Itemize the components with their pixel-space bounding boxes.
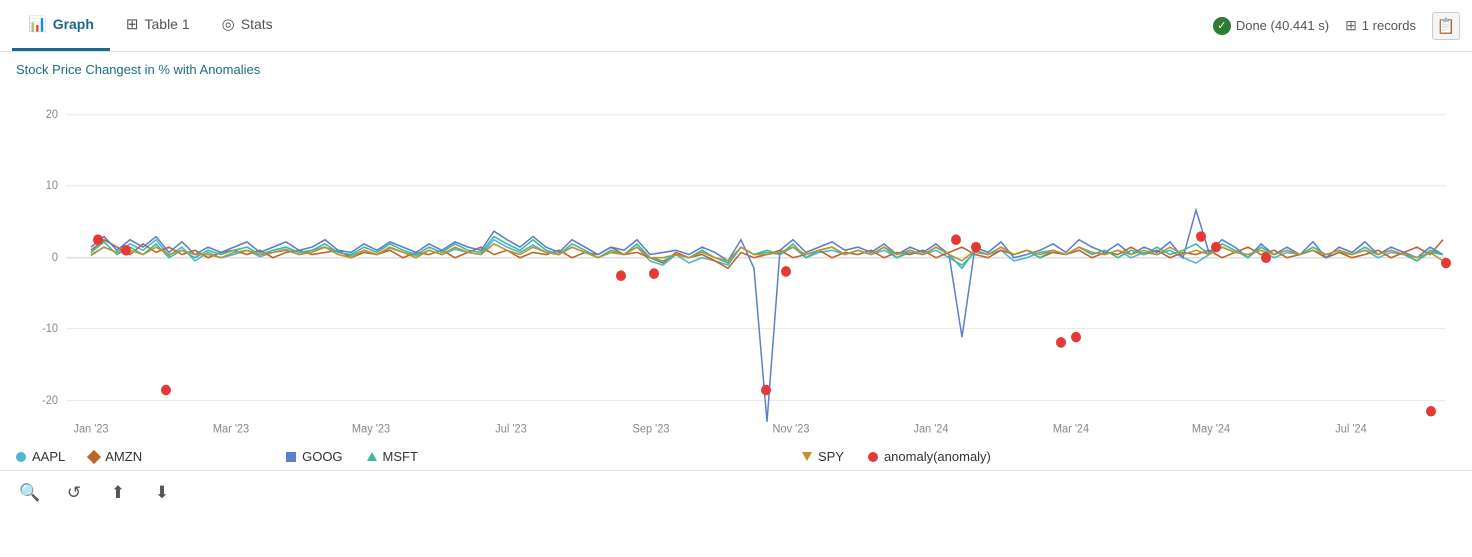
- svg-text:20: 20: [46, 109, 58, 121]
- anomaly-label: anomaly(anomaly): [884, 449, 991, 464]
- legend-area: AAPL AMZN GOOG MSFT SPY anomaly(anomaly): [0, 443, 1472, 470]
- goog-label: GOOG: [302, 449, 342, 464]
- svg-text:-10: -10: [42, 323, 58, 335]
- svg-text:Nov '23: Nov '23: [773, 423, 810, 435]
- legend-goog: GOOG: [286, 449, 342, 464]
- anomaly-dot: [868, 452, 878, 462]
- svg-text:Sep '23: Sep '23: [633, 423, 670, 435]
- svg-text:0: 0: [52, 252, 58, 264]
- stats-icon: ◎: [222, 15, 235, 33]
- amzn-dot: [87, 449, 101, 463]
- status-area: ✓ Done (40.441 s) ⊞ 1 records 📋: [1213, 12, 1460, 40]
- aapl-dot: [16, 452, 26, 462]
- legend-row-1: AAPL AMZN GOOG MSFT SPY anomaly(anomaly): [16, 449, 991, 464]
- chart-area: Stock Price Changest in % with Anomalies…: [0, 52, 1472, 443]
- tab-graph-label: Graph: [53, 16, 94, 32]
- done-label: Done (40.441 s): [1236, 18, 1329, 33]
- done-badge: ✓ Done (40.441 s): [1213, 17, 1329, 35]
- svg-text:Mar '23: Mar '23: [213, 423, 249, 435]
- download-icon: ⬇: [155, 483, 169, 503]
- tab-stats-label: Stats: [241, 16, 273, 32]
- table-icon: ⊞: [126, 15, 139, 33]
- spy-dot: [802, 452, 812, 461]
- graph-icon: 📊: [28, 15, 47, 33]
- legend-anomaly: anomaly(anomaly): [868, 449, 991, 464]
- toolbar: 🔍 ↺ ⬆ ⬇: [0, 470, 1472, 515]
- svg-text:Mar '24: Mar '24: [1053, 423, 1089, 435]
- copy-button[interactable]: 📋: [1432, 12, 1460, 40]
- svg-text:10: 10: [46, 180, 58, 192]
- records-icon: ⊞: [1345, 17, 1357, 34]
- msft-dot: [367, 452, 377, 461]
- upload-button[interactable]: ⬆: [104, 479, 132, 507]
- amzn-label: AMZN: [105, 449, 142, 464]
- download-button[interactable]: ⬇: [148, 479, 176, 507]
- legend-spy: SPY: [802, 449, 844, 464]
- svg-text:-20: -20: [42, 395, 58, 407]
- done-icon: ✓: [1213, 17, 1231, 35]
- spy-label: SPY: [818, 449, 844, 464]
- svg-text:Jul '23: Jul '23: [495, 423, 526, 435]
- tab-stats[interactable]: ◎ Stats: [206, 0, 289, 51]
- goog-dot: [286, 452, 296, 462]
- legend-aapl: AAPL: [16, 449, 65, 464]
- aapl-label: AAPL: [32, 449, 65, 464]
- svg-text:Jan '24: Jan '24: [913, 423, 948, 435]
- records-badge: ⊞ 1 records: [1345, 17, 1416, 34]
- svg-text:Jul '24: Jul '24: [1335, 423, 1366, 435]
- search-button[interactable]: 🔍: [16, 479, 44, 507]
- legend-msft: MSFT: [367, 449, 418, 464]
- chart-title: Stock Price Changest in % with Anomalies: [16, 62, 1456, 77]
- tab-table1-label: Table 1: [145, 16, 190, 32]
- msft-label: MSFT: [383, 449, 418, 464]
- refresh-icon: ↺: [67, 483, 81, 503]
- svg-text:May '24: May '24: [1192, 423, 1230, 435]
- records-label: 1 records: [1362, 18, 1416, 33]
- search-icon: 🔍: [19, 483, 40, 503]
- legend-amzn: AMZN: [89, 449, 142, 464]
- upload-icon: ⬆: [111, 483, 125, 503]
- tab-graph[interactable]: 📊 Graph: [12, 0, 110, 51]
- chart-svg: 20 10 0 -10 -20 Jan '23 Mar '23 May '23 …: [16, 83, 1456, 443]
- top-bar: 📊 Graph ⊞ Table 1 ◎ Stats ✓ Done (40.441…: [0, 0, 1472, 52]
- svg-text:May '23: May '23: [352, 423, 390, 435]
- tab-table1[interactable]: ⊞ Table 1: [110, 0, 206, 51]
- refresh-button[interactable]: ↺: [60, 479, 88, 507]
- chart-container: 20 10 0 -10 -20 Jan '23 Mar '23 May '23 …: [16, 83, 1456, 443]
- svg-text:Jan '23: Jan '23: [73, 423, 108, 435]
